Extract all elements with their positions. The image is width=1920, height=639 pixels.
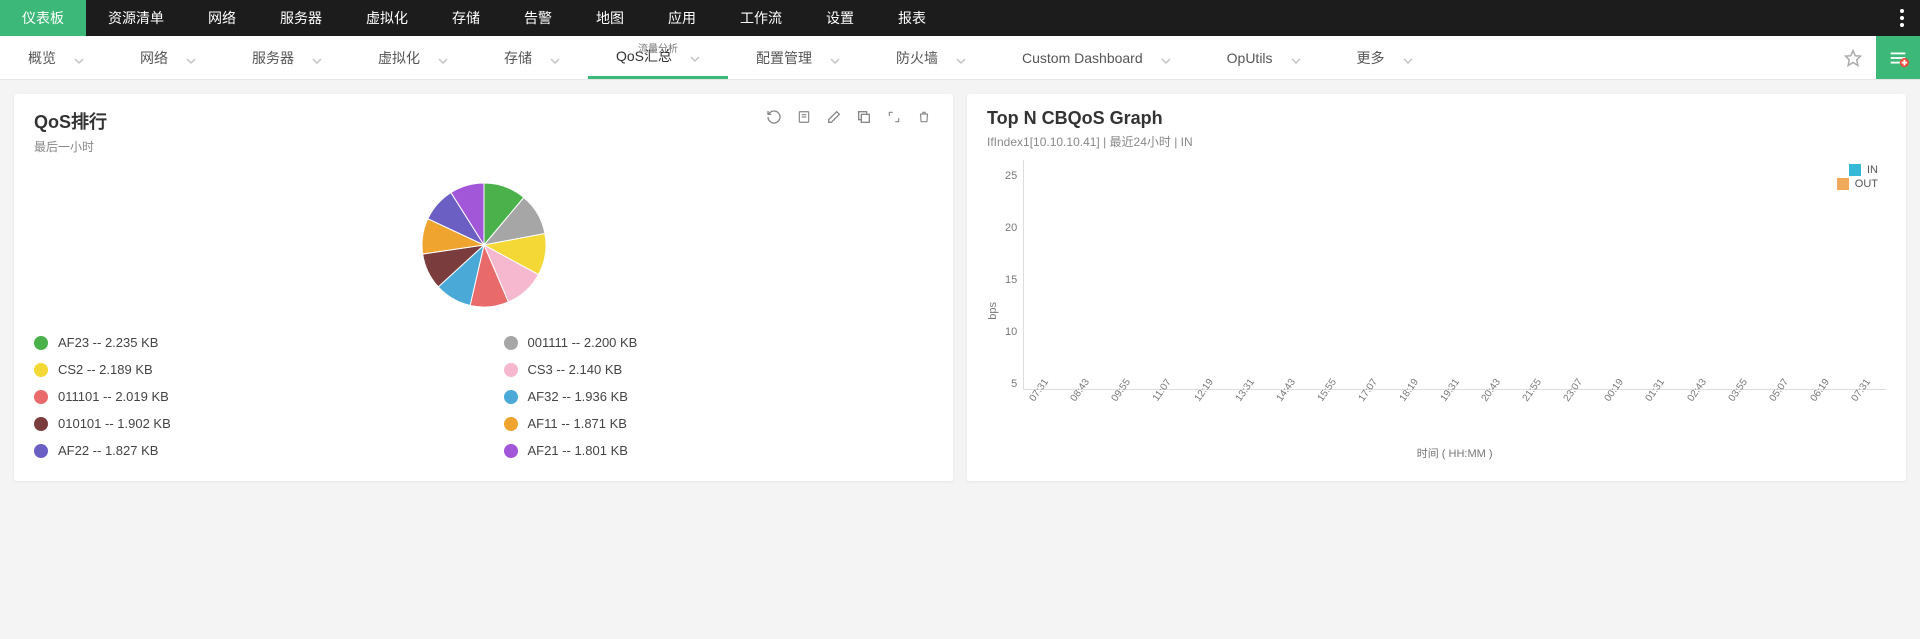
sub-nav: 概览网络服务器虚拟化存储流量分析QoS汇总配置管理防火墙Custom Dashb…: [0, 36, 1920, 80]
x-axis-label: 时间 ( HH:MM ): [1023, 445, 1886, 461]
subnav-item[interactable]: 概览: [0, 36, 112, 79]
topnav-item[interactable]: 存储: [430, 0, 502, 36]
legend-label: AF21 -- 1.801 KB: [528, 443, 628, 458]
legend-swatch-icon: [504, 336, 518, 350]
legend-swatch-icon: [34, 363, 48, 377]
edit-icon[interactable]: [825, 108, 843, 126]
legend-swatch-icon: [504, 363, 518, 377]
topnav-item[interactable]: 资源清单: [86, 0, 186, 36]
chevron-down-icon: [690, 51, 700, 61]
cbqos-graph-widget: Top N CBQoS Graph IfIndex1[10.10.10.41] …: [967, 94, 1906, 481]
legend-item[interactable]: AF32 -- 1.936 KB: [504, 389, 934, 404]
legend-label: AF11 -- 1.871 KB: [528, 416, 627, 431]
topnav-item[interactable]: 设置: [804, 0, 876, 36]
y-axis: 252015105: [1005, 170, 1023, 390]
topnav-item[interactable]: 工作流: [718, 0, 804, 36]
top-nav: 仪表板资源清单网络服务器虚拟化存储告警地图应用工作流设置报表: [0, 0, 1920, 36]
legend-label: 001111 -- 2.200 KB: [528, 335, 638, 350]
subnav-item[interactable]: 存储: [476, 36, 588, 79]
legend-item[interactable]: 011101 -- 2.019 KB: [34, 389, 464, 404]
legend-label: CS2 -- 2.189 KB: [58, 362, 153, 377]
subnav-item[interactable]: 防火墙: [868, 36, 994, 79]
subnav-item[interactable]: 配置管理: [728, 36, 868, 79]
subnav-item[interactable]: 虚拟化: [350, 36, 476, 79]
legend-swatch-icon: [34, 336, 48, 350]
chevron-down-icon: [1291, 53, 1301, 63]
chevron-down-icon: [186, 53, 196, 63]
topnav-item[interactable]: 虚拟化: [344, 0, 430, 36]
fullscreen-icon[interactable]: [885, 108, 903, 126]
legend-swatch-icon: [34, 444, 48, 458]
legend-swatch-icon: [34, 417, 48, 431]
delete-icon[interactable]: [915, 108, 933, 126]
refresh-icon[interactable]: [765, 108, 783, 126]
add-widget-button[interactable]: [1876, 36, 1920, 79]
qos-ranking-widget: QoS排行 最后一小时 AF23 -- 2.235 KB CS2 -- 2.189…: [14, 94, 953, 481]
legend-label: 010101 -- 1.902 KB: [58, 416, 171, 431]
chevron-down-icon: [956, 53, 966, 63]
legend-item[interactable]: AF22 -- 1.827 KB: [34, 443, 464, 458]
copy-icon[interactable]: [855, 108, 873, 126]
topnav-item[interactable]: 告警: [502, 0, 574, 36]
bar-chart-plot: INOUT: [1023, 160, 1886, 390]
legend-item[interactable]: AF11 -- 1.871 KB: [504, 416, 934, 431]
chevron-down-icon: [1161, 53, 1171, 63]
topnav-item[interactable]: 网络: [186, 0, 258, 36]
subnav-item[interactable]: 流量分析QoS汇总: [588, 36, 728, 79]
chevron-down-icon: [438, 53, 448, 63]
legend-item[interactable]: AF21 -- 1.801 KB: [504, 443, 934, 458]
subnav-item[interactable]: OpUtils: [1199, 36, 1329, 79]
widget-title: Top N CBQoS Graph: [987, 108, 1193, 129]
legend-swatch-icon: [34, 390, 48, 404]
chevron-down-icon: [74, 53, 84, 63]
legend-label: AF22 -- 1.827 KB: [58, 443, 158, 458]
chevron-down-icon: [1403, 53, 1413, 63]
legend-item[interactable]: CS3 -- 2.140 KB: [504, 362, 934, 377]
topnav-item[interactable]: 应用: [646, 0, 718, 36]
legend-swatch-icon: [504, 417, 518, 431]
topnav-item[interactable]: 地图: [574, 0, 646, 36]
legend-label: AF23 -- 2.235 KB: [58, 335, 158, 350]
widget-title: QoS排行: [34, 108, 107, 134]
legend-label: CS3 -- 2.140 KB: [528, 362, 623, 377]
topnav-item[interactable]: 报表: [876, 0, 948, 36]
topnav-item[interactable]: 仪表板: [0, 0, 86, 36]
x-axis-ticks: 07:3108:4309:5511:0712:1913:3114:4315:55…: [1023, 394, 1886, 415]
legend-swatch-icon: [504, 390, 518, 404]
subnav-item[interactable]: 网络: [112, 36, 224, 79]
chevron-down-icon: [550, 53, 560, 63]
widget-subtitle: 最后一小时: [34, 138, 107, 155]
favorite-star-icon[interactable]: [1830, 36, 1876, 79]
topnav-item[interactable]: 服务器: [258, 0, 344, 36]
chevron-down-icon: [312, 53, 322, 63]
export-icon[interactable]: [795, 108, 813, 126]
subnav-item[interactable]: 服务器: [224, 36, 350, 79]
pie-chart: [34, 175, 933, 315]
legend-item[interactable]: 001111 -- 2.200 KB: [504, 335, 934, 350]
chevron-down-icon: [830, 53, 840, 63]
legend-item[interactable]: 010101 -- 1.902 KB: [34, 416, 464, 431]
y-axis-label: bps: [987, 302, 999, 320]
legend-swatch-icon: [504, 444, 518, 458]
subnav-item[interactable]: Custom Dashboard: [994, 36, 1199, 79]
widget-toolbar: [765, 108, 933, 126]
dashboard: QoS排行 最后一小时 AF23 -- 2.235 KB CS2 -- 2.189…: [0, 80, 1920, 495]
legend-item[interactable]: AF23 -- 2.235 KB: [34, 335, 464, 350]
widget-subtitle: IfIndex1[10.10.10.41] | 最近24小时 | IN: [987, 133, 1193, 150]
more-menu-icon[interactable]: [1884, 0, 1920, 36]
legend-item[interactable]: CS2 -- 2.189 KB: [34, 362, 464, 377]
subnav-item[interactable]: 更多: [1329, 36, 1441, 79]
legend-label: AF32 -- 1.936 KB: [528, 389, 628, 404]
legend-label: 011101 -- 2.019 KB: [58, 389, 169, 404]
